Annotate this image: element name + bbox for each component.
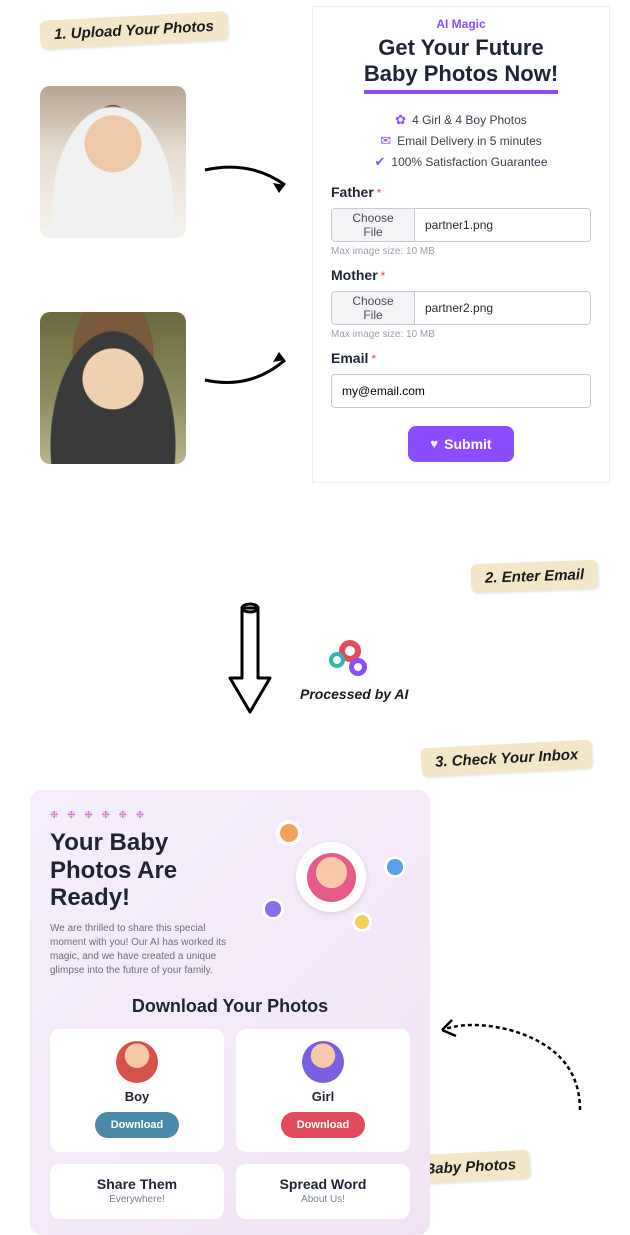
flower-icon: ✿ — [395, 112, 406, 128]
mail-icon: ✉ — [380, 133, 391, 149]
father-label: Father — [331, 184, 374, 200]
email-result-card: ❉ ❉ ❉ ❉ ❉ ❉ Your Baby Photos Are Ready! … — [30, 790, 430, 1235]
spread-card[interactable]: Spread Word About Us! — [236, 1164, 410, 1219]
download-boy-button[interactable]: Download — [95, 1112, 180, 1138]
download-girl-button[interactable]: Download — [281, 1112, 366, 1138]
avatar-icon — [352, 912, 372, 932]
arrow-icon — [200, 150, 300, 210]
spread-subtitle: About Us! — [246, 1194, 400, 1205]
page-title: Get Your Future Baby Photos Now! — [331, 35, 591, 94]
boy-avatar-icon — [116, 1041, 158, 1083]
bullet-item: ✉ Email Delivery in 5 minutes — [331, 133, 591, 149]
mother-file-name[interactable] — [415, 292, 590, 324]
step-1-label: 1. Upload Your Photos — [39, 11, 228, 50]
mother-photo — [40, 312, 186, 464]
required-marker: * — [377, 186, 382, 200]
email-title: Your Baby Photos Are Ready! — [50, 829, 240, 912]
avatar-icon — [262, 898, 284, 920]
girl-card: Girl Download — [236, 1029, 410, 1152]
file-hint: Max image size: 10 MB — [331, 246, 591, 257]
headline-line1: Get Your Future — [378, 35, 543, 60]
boy-label: Boy — [60, 1089, 214, 1104]
bullet-item: ✔ 100% Satisfaction Guarantee — [331, 154, 591, 170]
download-title: Download Your Photos — [50, 996, 410, 1017]
step-3-label: 3. Check Your Inbox — [420, 740, 593, 778]
boy-card: Boy Download — [50, 1029, 224, 1152]
spread-title: Spread Word — [246, 1176, 400, 1192]
email-field[interactable] — [331, 374, 591, 408]
brand-label: AI Magic — [331, 17, 591, 31]
file-hint: Max image size: 10 MB — [331, 329, 591, 340]
share-title: Share Them — [60, 1176, 214, 1192]
avatar-icon — [276, 820, 302, 846]
father-photo — [40, 86, 186, 238]
share-subtitle: Everywhere! — [60, 1194, 214, 1205]
headline-line2: Baby Photos Now! — [364, 61, 558, 93]
mother-label: Mother — [331, 267, 378, 283]
gears-icon — [329, 640, 379, 680]
curvy-arrow-icon — [430, 1000, 590, 1125]
heart-icon: ♥ — [430, 436, 438, 451]
mother-file-input[interactable]: Choose File — [331, 291, 591, 325]
bullet-item: ✿ 4 Girl & 4 Boy Photos — [331, 112, 591, 128]
family-graphic — [256, 820, 406, 940]
girl-label: Girl — [246, 1089, 400, 1104]
required-marker: * — [381, 269, 386, 283]
avatar-icon — [384, 856, 406, 878]
processed-label: Processed by AI — [300, 686, 408, 702]
father-file-input[interactable]: Choose File — [331, 208, 591, 242]
avatar-icon — [296, 842, 366, 912]
down-arrow-icon — [220, 600, 280, 725]
processed-by-ai: Processed by AI — [300, 640, 408, 702]
submit-label: Submit — [444, 436, 491, 452]
choose-file-button[interactable]: Choose File — [332, 209, 415, 241]
father-file-name[interactable] — [415, 209, 590, 241]
email-label: Email — [331, 350, 368, 366]
submit-button[interactable]: ♥ Submit — [408, 426, 513, 462]
choose-file-button[interactable]: Choose File — [332, 292, 415, 324]
bullet-text: Email Delivery in 5 minutes — [397, 134, 542, 148]
share-card[interactable]: Share Them Everywhere! — [50, 1164, 224, 1219]
upload-form: AI Magic Get Your Future Baby Photos Now… — [312, 6, 610, 483]
bullet-text: 100% Satisfaction Guarantee — [391, 155, 547, 169]
bullet-text: 4 Girl & 4 Boy Photos — [412, 113, 527, 127]
step-2-label: 2. Enter Email — [470, 560, 598, 593]
email-description: We are thrilled to share this special mo… — [50, 922, 240, 978]
girl-avatar-icon — [302, 1041, 344, 1083]
required-marker: * — [371, 352, 376, 366]
check-icon: ✔ — [374, 154, 385, 170]
arrow-icon — [200, 340, 300, 400]
